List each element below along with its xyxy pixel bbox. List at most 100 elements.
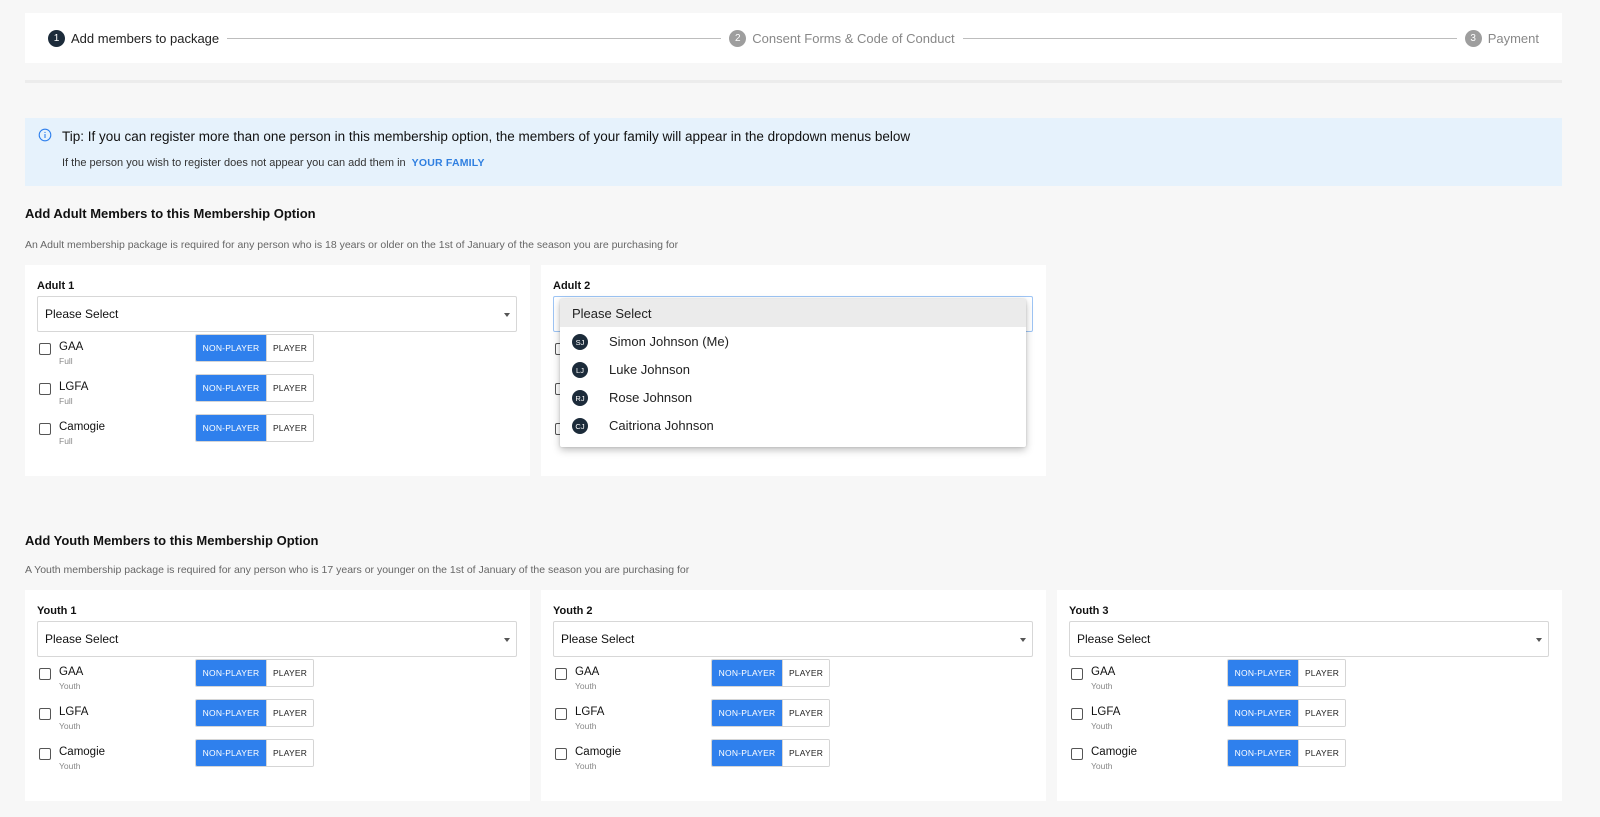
- non-player-button[interactable]: NON-PLAYER: [712, 660, 782, 686]
- step-3[interactable]: 3 Payment: [1464, 29, 1539, 47]
- option-name: GAA: [59, 666, 84, 678]
- player-type-toggle: NON-PLAYERPLAYER: [195, 659, 314, 687]
- tip-banner: Tip: If you can register more than one p…: [25, 118, 1562, 186]
- non-player-button[interactable]: NON-PLAYER: [196, 415, 266, 441]
- option-name: Camogie: [1091, 746, 1138, 758]
- menu-item-luke[interactable]: LJ Luke Johnson: [560, 355, 1026, 383]
- player-button[interactable]: PLAYER: [782, 660, 829, 686]
- option-name: LGFA: [59, 381, 89, 393]
- option-checkbox[interactable]: [39, 708, 51, 720]
- option-name: Camogie: [59, 421, 106, 433]
- option-name: GAA: [59, 341, 84, 353]
- chevron-down-icon: [1020, 638, 1026, 642]
- membership-option-row: Camogie Youth NON-PLAYER PLAYER: [553, 739, 1033, 776]
- option-checkbox[interactable]: [1071, 668, 1083, 680]
- step-2[interactable]: 2 Consent Forms & Code of Conduct: [729, 29, 955, 47]
- menu-item-placeholder[interactable]: Please Select: [560, 299, 1026, 327]
- select-value: Please Select: [45, 632, 119, 646]
- your-family-link[interactable]: YOUR FAMILY: [412, 157, 485, 169]
- player-button[interactable]: PLAYER: [266, 415, 313, 441]
- step-1[interactable]: 1 Add members to package: [48, 29, 219, 47]
- option-checkbox[interactable]: [555, 708, 567, 720]
- option-type: Full: [59, 436, 73, 446]
- player-button[interactable]: PLAYER: [1298, 660, 1345, 686]
- select-value: Please Select: [1077, 632, 1151, 646]
- option-checkbox[interactable]: [39, 343, 51, 355]
- player-button[interactable]: PLAYER: [1298, 740, 1345, 766]
- non-player-button[interactable]: NON-PLAYER: [1228, 740, 1298, 766]
- player-type-toggle: NON-PLAYERPLAYER: [711, 659, 830, 687]
- card-label: Youth 3: [1069, 605, 1109, 617]
- option-type: Youth: [1091, 721, 1113, 731]
- option-checkbox[interactable]: [555, 748, 567, 760]
- chevron-down-icon: [504, 313, 510, 317]
- step-number: 2: [729, 29, 747, 47]
- membership-option-row: LGFA Youth NON-PLAYER PLAYER: [553, 699, 1033, 736]
- player-type-toggle: NON-PLAYERPLAYER: [195, 414, 314, 442]
- card-label: Youth 2: [553, 605, 593, 617]
- member-select[interactable]: Please Select: [553, 621, 1033, 657]
- non-player-button[interactable]: NON-PLAYER: [196, 375, 266, 401]
- option-checkbox[interactable]: [555, 668, 567, 680]
- player-button[interactable]: PLAYER: [782, 700, 829, 726]
- non-player-button[interactable]: NON-PLAYER: [196, 740, 266, 766]
- player-button[interactable]: PLAYER: [266, 375, 313, 401]
- chevron-down-icon: [504, 638, 510, 642]
- non-player-button[interactable]: NON-PLAYER: [196, 660, 266, 686]
- menu-item-label: Rose Johnson: [609, 390, 693, 405]
- non-player-button[interactable]: NON-PLAYER: [1228, 700, 1298, 726]
- menu-item-caitriona[interactable]: CJ Caitriona Johnson: [560, 411, 1026, 439]
- option-checkbox[interactable]: [1071, 748, 1083, 760]
- option-name: LGFA: [59, 706, 89, 718]
- non-player-button[interactable]: NON-PLAYER: [1228, 660, 1298, 686]
- option-checkbox[interactable]: [39, 748, 51, 760]
- player-button[interactable]: PLAYER: [266, 740, 313, 766]
- option-checkbox[interactable]: [39, 668, 51, 680]
- non-player-button[interactable]: NON-PLAYER: [712, 740, 782, 766]
- player-button[interactable]: PLAYER: [266, 335, 313, 361]
- menu-item-label: Please Select: [572, 306, 652, 321]
- option-type: Youth: [1091, 681, 1113, 691]
- tip-sub-text: If the person you wish to register does …: [62, 157, 485, 169]
- membership-option-row: GAA Full NON-PLAYERPLAYER: [37, 334, 517, 371]
- membership-option-row: GAA Youth NON-PLAYER PLAYER: [553, 659, 1033, 696]
- membership-option-row: GAA Youth NON-PLAYER PLAYER: [1069, 659, 1549, 696]
- option-name: GAA: [1091, 666, 1116, 678]
- member-select[interactable]: Please Select: [37, 621, 517, 657]
- option-type: Youth: [575, 681, 597, 691]
- option-name: Camogie: [575, 746, 622, 758]
- option-type: Full: [59, 396, 73, 406]
- member-dropdown-menu: Please Select SJ Simon Johnson (Me) LJ L…: [560, 299, 1026, 447]
- menu-item-simon[interactable]: SJ Simon Johnson (Me): [560, 327, 1026, 355]
- option-checkbox[interactable]: [1071, 708, 1083, 720]
- option-checkbox[interactable]: [39, 383, 51, 395]
- option-name: LGFA: [575, 706, 605, 718]
- membership-option-row: LGFA Youth NON-PLAYER PLAYER: [1069, 699, 1549, 736]
- player-button[interactable]: PLAYER: [266, 700, 313, 726]
- step-number: 3: [1464, 29, 1482, 47]
- membership-option-row: Camogie Full NON-PLAYERPLAYER: [37, 414, 517, 451]
- option-checkbox[interactable]: [39, 423, 51, 435]
- avatar: LJ: [572, 362, 588, 378]
- non-player-button[interactable]: NON-PLAYER: [712, 700, 782, 726]
- player-button[interactable]: PLAYER: [782, 740, 829, 766]
- card-label: Adult 1: [37, 280, 75, 292]
- option-type: Youth: [59, 721, 81, 731]
- player-button[interactable]: PLAYER: [1298, 700, 1345, 726]
- step-number: 1: [48, 29, 65, 47]
- non-player-button[interactable]: NON-PLAYER: [196, 335, 266, 361]
- option-type: Youth: [575, 721, 597, 731]
- member-select[interactable]: Please Select: [37, 296, 517, 332]
- non-player-button[interactable]: NON-PLAYER: [196, 700, 266, 726]
- membership-option-row: Camogie Youth NON-PLAYER PLAYER: [1069, 739, 1549, 776]
- member-select[interactable]: Please Select: [1069, 621, 1549, 657]
- info-icon: [38, 128, 52, 142]
- menu-item-rose[interactable]: RJ Rose Johnson: [560, 383, 1026, 411]
- player-button[interactable]: PLAYER: [266, 660, 313, 686]
- player-type-toggle: NON-PLAYERPLAYER: [195, 739, 314, 767]
- option-type: Full: [59, 356, 73, 366]
- youth-section-title: Add Youth Members to this Membership Opt…: [25, 533, 319, 548]
- youth-section-desc: A Youth membership package is required f…: [25, 564, 690, 576]
- menu-item-label: Luke Johnson: [609, 362, 690, 377]
- step-connector: [227, 37, 722, 39]
